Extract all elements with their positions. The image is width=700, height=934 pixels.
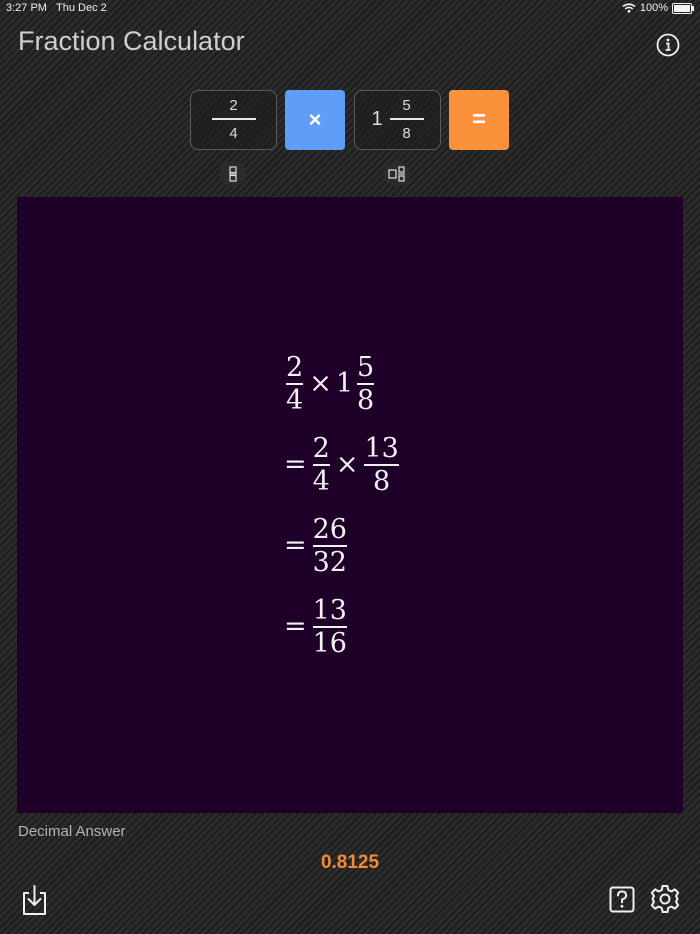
first-fraction: 2 4 xyxy=(211,97,256,142)
second-fraction-bar xyxy=(389,118,424,120)
numerator: 2 xyxy=(286,351,304,383)
step-line-4: = 13 16 xyxy=(284,586,401,667)
operator-button[interactable]: × xyxy=(285,90,345,150)
step4-fraction: 13 16 xyxy=(312,594,347,659)
step2-fraction-b: 13 8 xyxy=(364,432,399,497)
numerator: 13 xyxy=(364,432,399,464)
times-sign: × xyxy=(309,368,332,399)
battery-percent: 100% xyxy=(639,2,668,14)
second-fraction-input[interactable]: 1 5 8 xyxy=(354,90,441,150)
step1-fraction-a: 2 4 xyxy=(286,351,304,416)
mixed-number-mode-icon xyxy=(388,166,405,182)
status-time: 3:27 PM xyxy=(6,2,47,14)
numerator: 5 xyxy=(357,351,375,383)
first-fraction-bar xyxy=(211,118,256,120)
gear-icon[interactable] xyxy=(650,884,680,914)
step-line-1: 2 4 × 1 5 8 xyxy=(284,343,401,424)
info-circle-icon[interactable] xyxy=(656,33,680,57)
second-fraction: 5 8 xyxy=(389,97,424,142)
mixed-number-mode-button[interactable] xyxy=(384,161,410,187)
equals-button[interactable]: = xyxy=(449,90,509,150)
denominator: 32 xyxy=(312,546,347,578)
denominator: 8 xyxy=(373,465,391,497)
second-whole: 1 xyxy=(371,108,383,130)
fraction-mode-icon xyxy=(229,166,237,182)
simple-fraction-mode-button[interactable] xyxy=(220,161,246,187)
step3-fraction: 26 32 xyxy=(312,513,347,578)
first-denominator: 4 xyxy=(229,125,238,142)
equals-sign: = xyxy=(284,611,307,642)
wifi-icon xyxy=(622,3,636,13)
battery-icon xyxy=(672,2,694,14)
first-fraction-input[interactable]: 2 4 xyxy=(190,90,277,150)
denominator: 8 xyxy=(357,384,375,416)
whole-number: 1 xyxy=(335,368,353,399)
step-line-3: = 26 32 xyxy=(284,505,401,586)
decimal-answer-value: 0.8125 xyxy=(320,852,380,873)
second-numerator: 5 xyxy=(402,97,411,114)
numerator: 2 xyxy=(312,432,330,464)
denominator: 4 xyxy=(312,465,330,497)
status-right: 100% xyxy=(622,2,694,14)
step2-fraction-a: 2 4 xyxy=(312,432,330,497)
step1-fraction-b: 5 8 xyxy=(357,351,375,416)
export-icon[interactable] xyxy=(21,884,48,916)
denominator: 4 xyxy=(286,384,304,416)
app-title: Fraction Calculator xyxy=(18,26,245,56)
solution-steps: 2 4 × 1 5 8 = 2 4 × 13 8 = 26 32 = 13 16 xyxy=(284,343,401,667)
status-day: Thu Dec 2 xyxy=(56,2,107,14)
step-line-2: = 2 4 × 13 8 xyxy=(284,424,401,505)
decimal-answer-label: Decimal Answer xyxy=(18,823,126,840)
first-numerator: 2 xyxy=(229,97,238,114)
help-icon[interactable] xyxy=(609,886,635,913)
times-sign: × xyxy=(335,449,359,480)
numerator: 13 xyxy=(312,594,347,626)
equals-sign: = xyxy=(284,449,307,480)
equals-sign: = xyxy=(284,530,307,561)
status-bar: 3:27 PM Thu Dec 2 100% xyxy=(0,0,700,18)
numerator: 26 xyxy=(312,513,347,545)
second-denominator: 8 xyxy=(402,125,411,142)
denominator: 16 xyxy=(312,627,347,659)
